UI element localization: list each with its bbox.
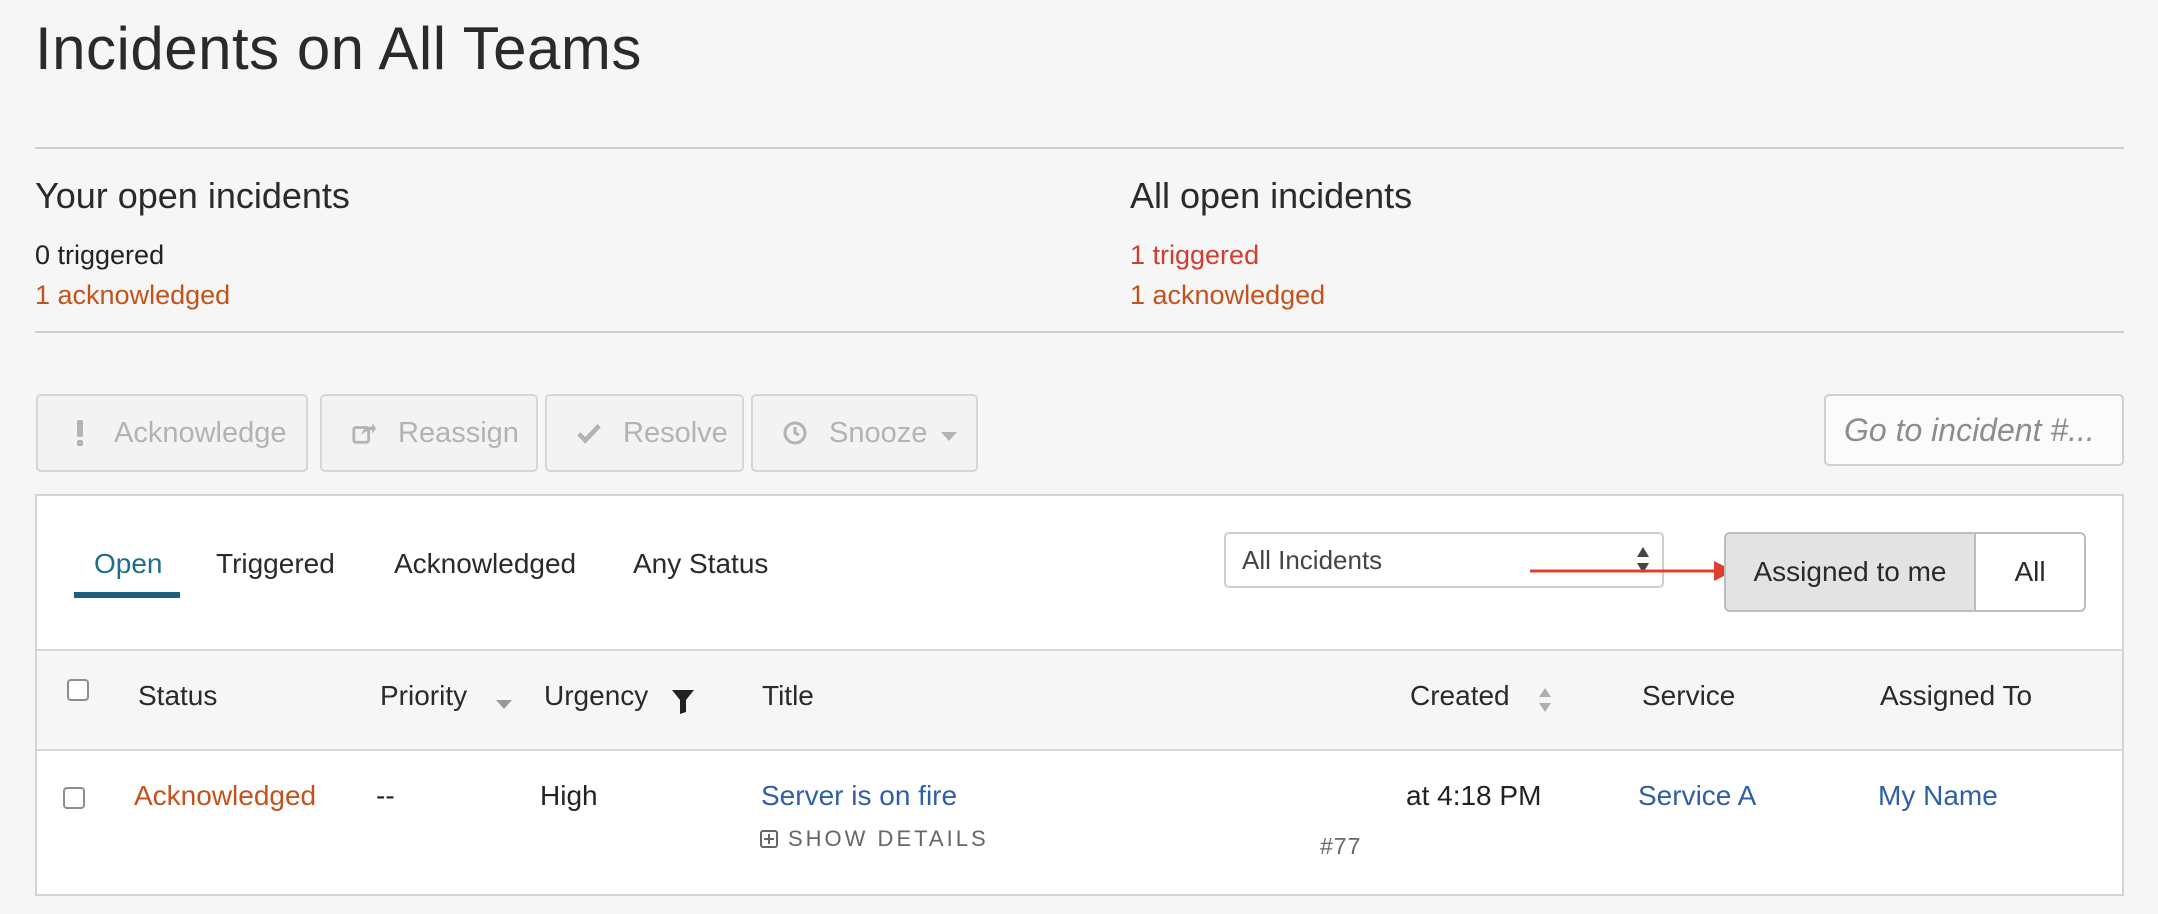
your-triggered-count: 0 triggered <box>35 240 165 270</box>
incident-filter-value: All Incidents <box>1242 544 1383 575</box>
column-header-priority[interactable]: Priority <box>380 680 467 712</box>
incident-title-link[interactable]: Server is on fire <box>761 780 957 812</box>
tab-triggered[interactable]: Triggered <box>216 548 335 580</box>
assigned-to-me-toggle[interactable]: Assigned to me <box>1724 532 1976 612</box>
reassign-button[interactable]: Reassign <box>320 394 538 472</box>
your-acknowledged-count[interactable]: 1 acknowledged <box>35 280 230 311</box>
tab-acknowledged[interactable]: Acknowledged <box>394 548 576 580</box>
go-to-incident-input[interactable]: Go to incident #... <box>1824 394 2124 466</box>
service-link[interactable]: Service A <box>1638 780 1756 812</box>
exclamation-icon <box>68 419 92 447</box>
table-header <box>37 649 2122 751</box>
annotation-arrow-icon <box>1530 561 1734 581</box>
row-urgency: High <box>540 780 598 811</box>
page-title: Incidents on All Teams <box>35 15 642 82</box>
tab-any-status[interactable]: Any Status <box>633 548 768 580</box>
column-header-service[interactable]: Service <box>1642 680 1735 712</box>
row-priority: -- <box>376 780 395 811</box>
show-details-toggle[interactable]: SHOW DETAILS <box>760 826 989 852</box>
row-created: at 4:18 PM <box>1406 780 1542 811</box>
your-open-incidents-heading: Your open incidents <box>35 175 350 216</box>
show-details-label: SHOW DETAILS <box>788 826 989 851</box>
column-header-urgency[interactable]: Urgency <box>544 680 648 712</box>
column-header-assigned-to[interactable]: Assigned To <box>1880 680 2032 712</box>
table-row[interactable] <box>37 749 2122 894</box>
column-header-created[interactable]: Created <box>1410 680 1510 712</box>
all-acknowledged-count[interactable]: 1 acknowledged <box>1130 280 1325 311</box>
sort-arrows-icon[interactable] <box>1538 687 1552 713</box>
acknowledge-button[interactable]: Acknowledge <box>36 394 308 472</box>
active-tab-indicator <box>74 592 180 598</box>
assignee-link[interactable]: My Name <box>1878 780 1998 812</box>
share-icon <box>352 419 376 447</box>
clock-icon <box>783 419 807 447</box>
column-header-status[interactable]: Status <box>138 680 217 712</box>
sort-desc-icon[interactable] <box>496 700 512 710</box>
divider <box>35 331 2124 333</box>
all-open-incidents-heading: All open incidents <box>1130 175 1413 216</box>
all-toggle[interactable]: All <box>1974 532 2086 612</box>
row-checkbox[interactable] <box>63 787 85 809</box>
snooze-label: Snooze <box>829 416 928 449</box>
filter-icon[interactable] <box>672 690 694 714</box>
column-header-title[interactable]: Title <box>762 680 814 712</box>
incident-number: #77 <box>1320 833 1362 859</box>
caret-down-icon <box>941 417 958 450</box>
divider <box>35 147 2124 149</box>
all-triggered-count[interactable]: 1 triggered <box>1130 240 1259 271</box>
row-status: Acknowledged <box>134 780 317 811</box>
resolve-label: Resolve <box>623 416 728 449</box>
acknowledge-label: Acknowledge <box>114 416 287 449</box>
plus-square-icon <box>760 830 778 848</box>
tab-open[interactable]: Open <box>94 548 163 580</box>
checkmark-icon <box>577 419 601 447</box>
reassign-label: Reassign <box>398 416 519 449</box>
resolve-button[interactable]: Resolve <box>545 394 744 472</box>
select-all-checkbox[interactable] <box>67 679 89 701</box>
snooze-button[interactable]: Snooze <box>751 394 978 472</box>
